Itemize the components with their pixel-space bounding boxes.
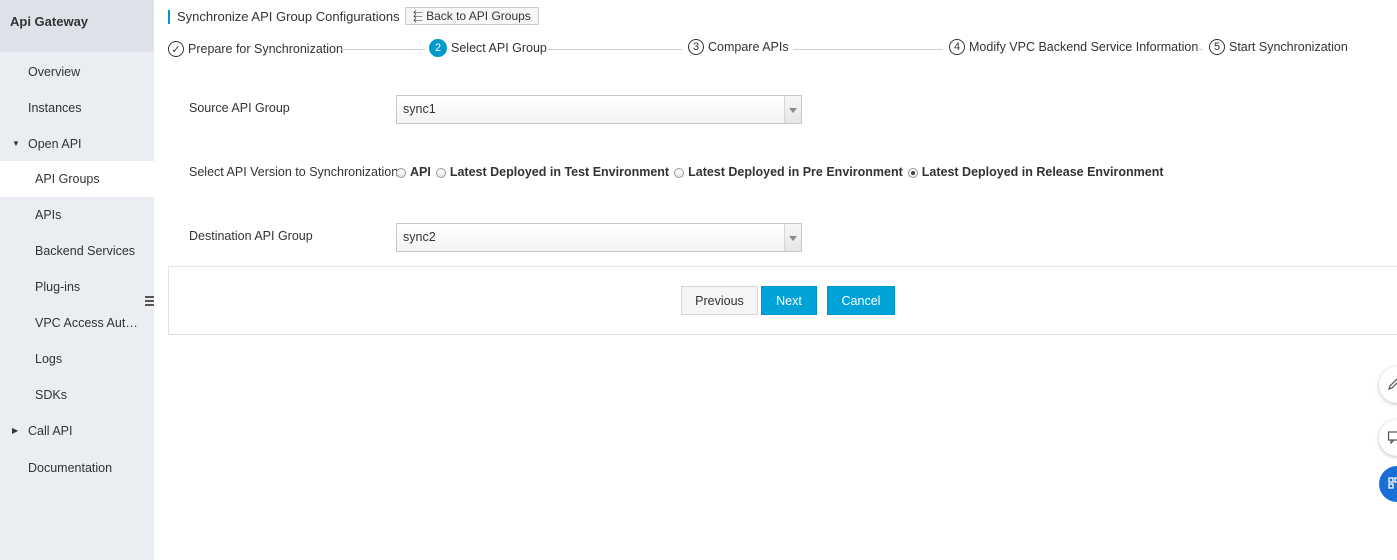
- radio-option-test-env[interactable]: Latest Deployed in Test Environment: [435, 165, 670, 179]
- sidebar-item-label: Instances: [28, 101, 82, 115]
- sidebar-item-label: APIs: [35, 208, 62, 222]
- caret-right-icon: ▶: [12, 426, 19, 435]
- step-4: 4 Modify VPC Backend Service Information: [949, 37, 1198, 57]
- sidebar-item-plug-ins[interactable]: Plug-ins: [0, 269, 154, 305]
- sidebar-item-label: Documentation: [28, 461, 113, 475]
- sidebar-item-documentation[interactable]: Documentation: [0, 450, 154, 486]
- arrow-up-icon: ⬱: [413, 9, 423, 23]
- radio-label: Latest Deployed in Release Environment: [921, 165, 1164, 179]
- sidebar-item-label: API Groups: [35, 172, 100, 186]
- radio-label: API: [410, 165, 431, 179]
- next-button[interactable]: Next: [761, 286, 817, 315]
- radio-label: Latest Deployed in Test Environment: [449, 165, 670, 179]
- chevron-down-icon: [784, 224, 801, 251]
- cancel-button[interactable]: Cancel: [827, 286, 895, 315]
- back-button-label: Back to API Groups: [426, 9, 531, 23]
- version-radio-group: API Latest Deployed in Test Environment …: [396, 165, 1169, 179]
- source-group-label: Source API Group: [189, 101, 290, 115]
- sidebar-group-open-api[interactable]: ▼ Open API: [0, 126, 154, 162]
- step-connector: [341, 49, 425, 50]
- sidebar-item-backend-services[interactable]: Backend Services: [0, 233, 154, 269]
- version-label: Select API Version to Synchronization: [189, 165, 399, 179]
- sidebar-item-vpc-access[interactable]: VPC Access Authorizations: [0, 305, 154, 341]
- source-group-select[interactable]: sync1: [396, 95, 802, 124]
- radio-option-release-env[interactable]: Latest Deployed in Release Environment: [907, 165, 1164, 179]
- sidebar-item-logs[interactable]: Logs: [0, 341, 154, 377]
- chevron-down-icon: [784, 96, 801, 123]
- step-number: 5: [1209, 39, 1225, 55]
- radio-button[interactable]: [435, 168, 446, 178]
- pencil-icon: [1388, 378, 1397, 390]
- sidebar-item-overview[interactable]: Overview: [0, 54, 154, 90]
- step-label: Select API Group: [451, 41, 547, 55]
- sidebar-item-label: Overview: [28, 65, 81, 79]
- step-number: 2: [429, 39, 447, 57]
- feedback-float-button[interactable]: [1379, 420, 1397, 456]
- back-to-api-groups-button[interactable]: ⬱ Back to API Groups: [405, 7, 539, 25]
- caret-down-icon: ▼: [12, 139, 20, 148]
- step-connector: [1197, 49, 1203, 50]
- step-number: 3: [688, 39, 704, 55]
- checkmark-icon: ✓: [168, 41, 184, 57]
- sidebar-item-label: Backend Services: [35, 244, 136, 258]
- sidebar-collapse-toggle[interactable]: [141, 283, 154, 321]
- sidebar-item-api-groups[interactable]: API Groups: [0, 161, 154, 197]
- sidebar-item-label: Plug-ins: [35, 280, 81, 294]
- step-2: 2 Select API Group: [429, 38, 547, 58]
- radio-button-checked[interactable]: [907, 168, 918, 178]
- sidebar-item-apis[interactable]: APIs: [0, 197, 154, 233]
- source-group-value: sync1: [403, 102, 436, 116]
- sidebar-item-instances[interactable]: Instances: [0, 90, 154, 126]
- sidebar-item-label: VPC Access Authorizations: [35, 316, 154, 330]
- step-label: Prepare for Synchronization: [188, 42, 343, 56]
- step-label: Modify VPC Backend Service Information: [969, 40, 1199, 54]
- step-label: Start Synchronization: [1229, 40, 1348, 54]
- sidebar-group-call-api[interactable]: ▶ Call API: [0, 413, 154, 449]
- radio-option-api[interactable]: API: [396, 165, 431, 179]
- edit-float-button[interactable]: [1379, 367, 1397, 403]
- destination-group-label: Destination API Group: [189, 229, 313, 243]
- step-label: Compare APIs: [708, 40, 789, 54]
- sidebar-item-label: Logs: [35, 352, 63, 366]
- step-connector: [793, 49, 943, 50]
- step-connector: [548, 49, 682, 50]
- sidebar-item-sdks[interactable]: SDKs: [0, 377, 154, 413]
- radio-label: Latest Deployed in Pre Environment: [688, 165, 903, 179]
- sidebar-item-label: Open API: [28, 137, 82, 151]
- step-1: ✓ Prepare for Synchronization: [168, 39, 343, 59]
- step-3: 3 Compare APIs: [688, 37, 789, 57]
- feedback-icon: [1387, 431, 1397, 444]
- apps-float-button[interactable]: [1379, 466, 1397, 502]
- page-title: Synchronize API Group Configurations: [177, 9, 400, 24]
- destination-group-select[interactable]: sync2: [396, 223, 802, 252]
- step-number: 4: [949, 39, 965, 55]
- previous-button[interactable]: Previous: [681, 286, 758, 315]
- destination-group-value: sync2: [403, 230, 436, 244]
- radio-button[interactable]: [674, 168, 685, 178]
- grid-icon: [1388, 477, 1397, 489]
- sidebar-item-label: SDKs: [35, 388, 67, 402]
- radio-button[interactable]: [396, 168, 406, 178]
- sidebar: Api Gateway Overview Instances ▼ Open AP…: [0, 0, 154, 560]
- step-5: 5 Start Synchronization: [1209, 37, 1348, 57]
- collapse-icon: [145, 296, 154, 307]
- header-accent-bar: [168, 10, 170, 24]
- sidebar-item-label: Call API: [28, 424, 73, 438]
- sidebar-title: Api Gateway: [0, 0, 154, 52]
- radio-option-pre-env[interactable]: Latest Deployed in Pre Environment: [674, 165, 903, 179]
